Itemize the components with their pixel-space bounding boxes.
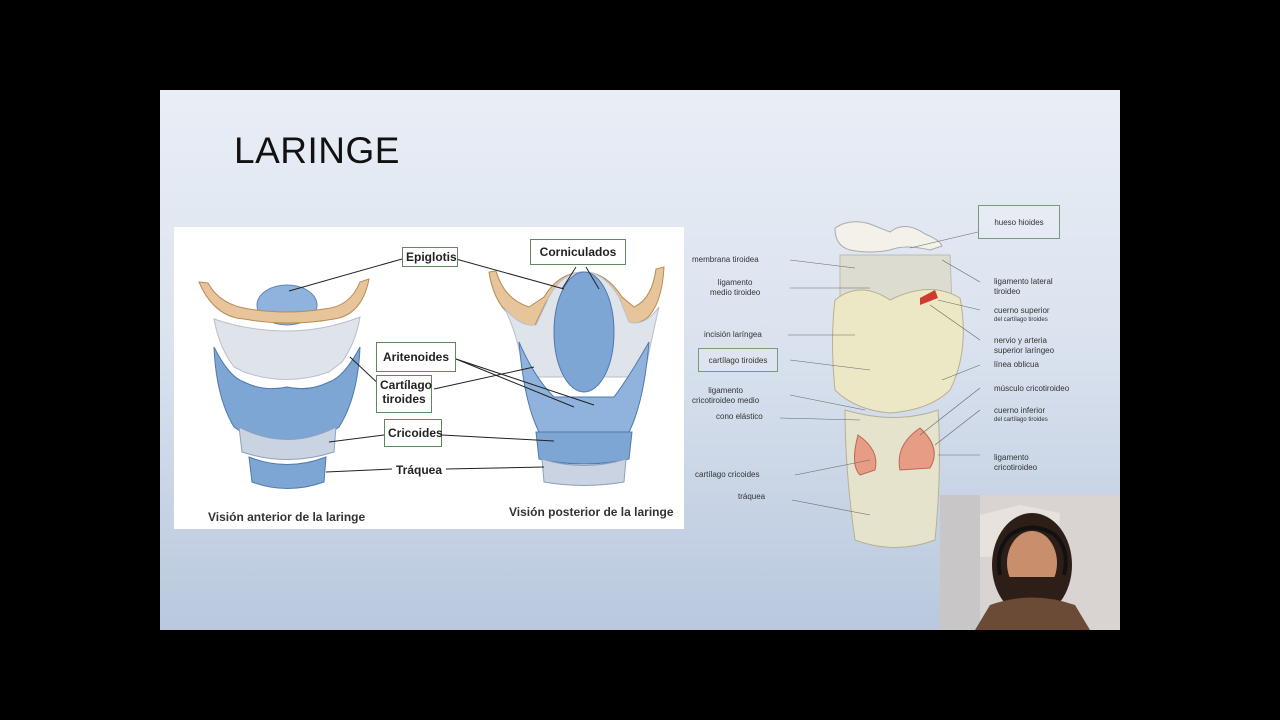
posterior-larynx-drawing (488, 266, 665, 486)
label-cartilago-line1: Cartílago (380, 378, 433, 392)
label-ligamento-cricotiroideo-medio: ligamento cricotiroideo medio (692, 386, 759, 406)
label-musculo-cricotiroideo: músculo cricotiroideo (994, 384, 1070, 393)
label-traquea: Tráquea (395, 463, 443, 477)
label-cono-elastico: cono elástico (716, 412, 763, 421)
label-membrana-tiroidea: membrana tiroidea (692, 255, 759, 264)
anterior-larynx-drawing (198, 278, 370, 489)
label-nervio-1: nervio y arteria (994, 336, 1047, 345)
presenter-image (940, 495, 1120, 630)
label-lig-lateral-2: tiroideo (994, 287, 1021, 296)
label-corniculados: Corniculados (530, 239, 626, 265)
presenter-webcam-video[interactable] (940, 495, 1120, 630)
label-cartilago-cricoides: cartílago cricoides (695, 470, 760, 479)
label-lig-lateral-1: ligamento lateral (994, 277, 1053, 286)
label-epiglotis: Epiglotis (402, 247, 458, 267)
label-cuerno-sup-1: cuerno superior (994, 306, 1050, 315)
slide: LARINGE Epiglotis Corniculados Aritenoid… (160, 90, 1120, 630)
label-lig-crico-1: ligamento (708, 386, 743, 395)
label-cartilago-line2: tiroides (382, 392, 426, 406)
label-cartilago-tiroides-right: cartílago tiroides (698, 348, 778, 372)
label-traquea-right: tráquea (738, 492, 766, 501)
label-lig-cricotiroideo-2: cricotiroideo (994, 463, 1038, 472)
label-ligamento-medio-1: ligamento (717, 278, 753, 287)
label-cartilago-tiroides: Cartílago tiroides (376, 375, 432, 413)
label-hueso-hioides: hueso hioides (978, 205, 1060, 239)
label-cuerno-inf-1: cuerno inferior (994, 406, 1046, 415)
caption-anterior: Visión anterior de la laringe (208, 510, 366, 524)
label-cuerno-superior: cuerno superior del cartílago tiroides (994, 306, 1050, 324)
larynx-anterior-posterior-figure: Epiglotis Corniculados Aritenoides Cartí… (174, 227, 684, 529)
caption-posterior: Visión posterior de la laringe (509, 505, 674, 519)
label-ligamento-lateral: ligamento lateral tiroideo (994, 277, 1053, 297)
label-incision-laringea: incisión laríngea (704, 330, 762, 339)
label-lig-crico-2: cricotiroideo medio (692, 396, 760, 405)
label-cuerno-inf-2: del cartílago tiroides (994, 417, 1048, 423)
label-nervio-arteria: nervio y arteria superior laríngeo (994, 336, 1054, 356)
label-nervio-2: superior laríngeo (994, 346, 1055, 355)
label-linea-oblicua: línea oblicua (994, 360, 1039, 369)
label-cricoides: Cricoides (384, 419, 443, 447)
label-aritenoides: Aritenoides (376, 342, 456, 372)
label-ligamento-medio: ligamento medio tiroideo (710, 278, 760, 298)
label-lig-cricotiroideo-1: ligamento (994, 453, 1029, 462)
slide-title: LARINGE (234, 130, 400, 171)
label-ligamento-cricotiroideo: ligamento cricotiroideo (994, 453, 1037, 473)
label-cuerno-sup-2: del cartílago tiroides (994, 317, 1048, 323)
label-cuerno-inferior: cuerno inferior del cartílago tiroides (994, 406, 1048, 424)
label-ligamento-medio-2: medio tiroideo (710, 288, 761, 297)
